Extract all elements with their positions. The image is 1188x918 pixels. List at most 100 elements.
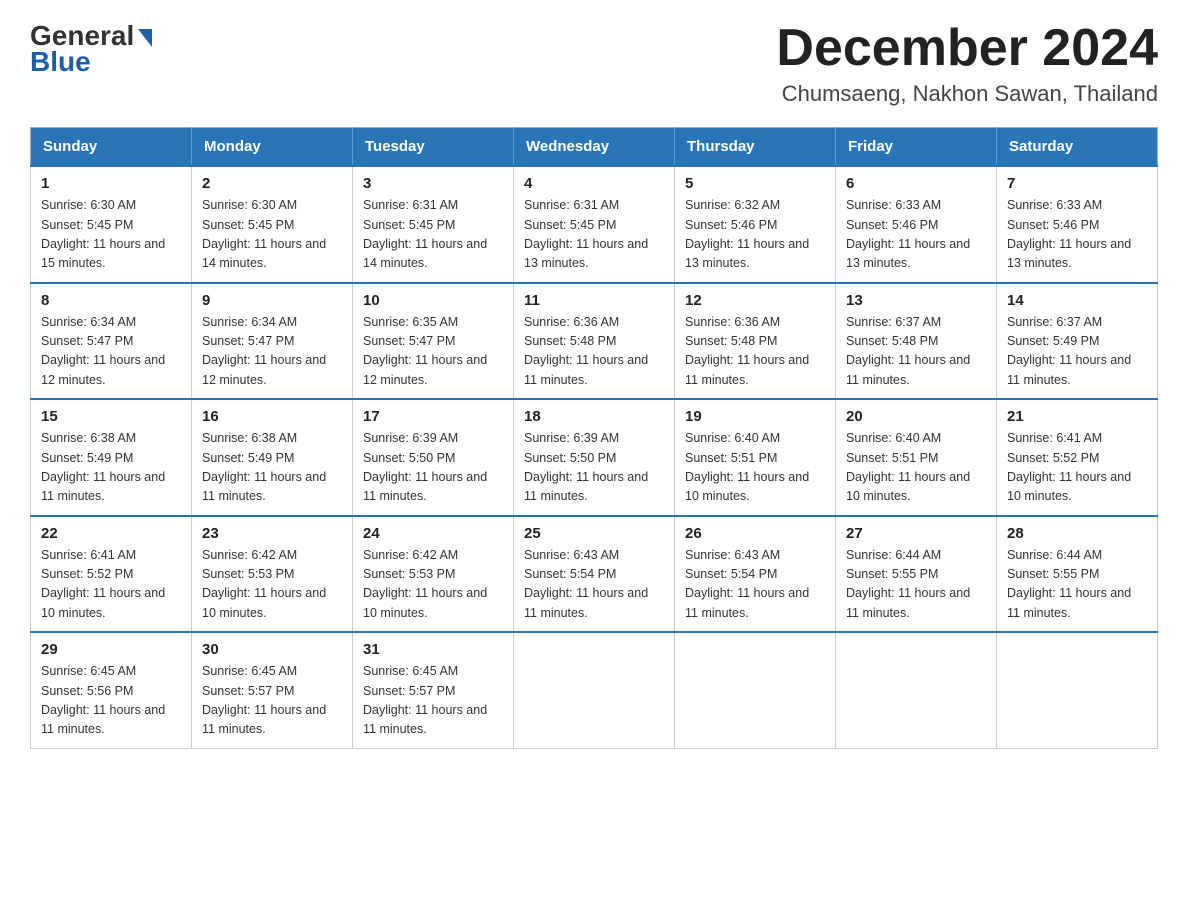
day-info: Sunrise: 6:34 AMSunset: 5:47 PMDaylight:… [41, 313, 181, 391]
calendar-header-row: SundayMondayTuesdayWednesdayThursdayFrid… [31, 128, 1158, 167]
day-number: 19 [685, 408, 825, 425]
calendar-cell: 10 Sunrise: 6:35 AMSunset: 5:47 PMDayligh… [353, 283, 514, 400]
day-info: Sunrise: 6:42 AMSunset: 5:53 PMDaylight:… [202, 546, 342, 624]
day-info: Sunrise: 6:42 AMSunset: 5:53 PMDaylight:… [363, 546, 503, 624]
column-header-thursday: Thursday [675, 128, 836, 167]
column-header-friday: Friday [836, 128, 997, 167]
calendar-cell: 6 Sunrise: 6:33 AMSunset: 5:46 PMDaylight… [836, 166, 997, 283]
calendar-cell: 9 Sunrise: 6:34 AMSunset: 5:47 PMDaylight… [192, 283, 353, 400]
calendar-cell: 13 Sunrise: 6:37 AMSunset: 5:48 PMDayligh… [836, 283, 997, 400]
day-number: 4 [524, 175, 664, 192]
calendar-cell: 25 Sunrise: 6:43 AMSunset: 5:54 PMDayligh… [514, 516, 675, 633]
day-number: 25 [524, 525, 664, 542]
day-number: 7 [1007, 175, 1147, 192]
day-number: 21 [1007, 408, 1147, 425]
day-number: 17 [363, 408, 503, 425]
calendar-cell: 8 Sunrise: 6:34 AMSunset: 5:47 PMDaylight… [31, 283, 192, 400]
day-info: Sunrise: 6:37 AMSunset: 5:49 PMDaylight:… [1007, 313, 1147, 391]
calendar-cell: 4 Sunrise: 6:31 AMSunset: 5:45 PMDaylight… [514, 166, 675, 283]
day-number: 27 [846, 525, 986, 542]
day-number: 6 [846, 175, 986, 192]
day-info: Sunrise: 6:34 AMSunset: 5:47 PMDaylight:… [202, 313, 342, 391]
calendar-cell: 18 Sunrise: 6:39 AMSunset: 5:50 PMDayligh… [514, 399, 675, 516]
day-info: Sunrise: 6:40 AMSunset: 5:51 PMDaylight:… [685, 429, 825, 507]
page-header: General Blue December 2024 Chumsaeng, Na… [30, 20, 1158, 107]
calendar-table: SundayMondayTuesdayWednesdayThursdayFrid… [30, 127, 1158, 749]
day-number: 15 [41, 408, 181, 425]
day-info: Sunrise: 6:31 AMSunset: 5:45 PMDaylight:… [363, 196, 503, 274]
calendar-cell [836, 632, 997, 748]
day-info: Sunrise: 6:31 AMSunset: 5:45 PMDaylight:… [524, 196, 664, 274]
day-number: 9 [202, 292, 342, 309]
day-number: 24 [363, 525, 503, 542]
calendar-cell: 29 Sunrise: 6:45 AMSunset: 5:56 PMDayligh… [31, 632, 192, 748]
calendar-cell: 17 Sunrise: 6:39 AMSunset: 5:50 PMDayligh… [353, 399, 514, 516]
logo-arrow-icon [138, 29, 152, 47]
calendar-cell: 14Sunrise: 6:37 AMSunset: 5:49 PMDayligh… [997, 283, 1158, 400]
day-number: 20 [846, 408, 986, 425]
day-number: 22 [41, 525, 181, 542]
day-info: Sunrise: 6:39 AMSunset: 5:50 PMDaylight:… [524, 429, 664, 507]
calendar-cell: 30Sunrise: 6:45 AMSunset: 5:57 PMDayligh… [192, 632, 353, 748]
column-header-saturday: Saturday [997, 128, 1158, 167]
day-info: Sunrise: 6:35 AMSunset: 5:47 PMDaylight:… [363, 313, 503, 391]
day-info: Sunrise: 6:30 AMSunset: 5:45 PMDaylight:… [41, 196, 181, 274]
day-info: Sunrise: 6:33 AMSunset: 5:46 PMDaylight:… [846, 196, 986, 274]
day-info: Sunrise: 6:41 AMSunset: 5:52 PMDaylight:… [1007, 429, 1147, 507]
day-info: Sunrise: 6:41 AMSunset: 5:52 PMDaylight:… [41, 546, 181, 624]
day-number: 3 [363, 175, 503, 192]
day-number: 8 [41, 292, 181, 309]
calendar-cell [675, 632, 836, 748]
day-info: Sunrise: 6:45 AMSunset: 5:56 PMDaylight:… [41, 662, 181, 740]
day-number: 1 [41, 175, 181, 192]
calendar-cell: 3 Sunrise: 6:31 AMSunset: 5:45 PMDaylight… [353, 166, 514, 283]
day-info: Sunrise: 6:39 AMSunset: 5:50 PMDaylight:… [363, 429, 503, 507]
calendar-cell: 15 Sunrise: 6:38 AMSunset: 5:49 PMDayligh… [31, 399, 192, 516]
day-number: 26 [685, 525, 825, 542]
calendar-cell: 22 Sunrise: 6:41 AMSunset: 5:52 PMDayligh… [31, 516, 192, 633]
calendar-week-row: 29 Sunrise: 6:45 AMSunset: 5:56 PMDayligh… [31, 632, 1158, 748]
calendar-cell: 12 Sunrise: 6:36 AMSunset: 5:48 PMDayligh… [675, 283, 836, 400]
day-number: 5 [685, 175, 825, 192]
location-subtitle: Chumsaeng, Nakhon Sawan, Thailand [776, 81, 1158, 107]
logo-blue-text: Blue [30, 46, 91, 78]
day-number: 30 [202, 641, 342, 658]
day-number: 29 [41, 641, 181, 658]
day-info: Sunrise: 6:38 AMSunset: 5:49 PMDaylight:… [202, 429, 342, 507]
calendar-cell: 2Sunrise: 6:30 AMSunset: 5:45 PMDaylight… [192, 166, 353, 283]
day-number: 11 [524, 292, 664, 309]
day-info: Sunrise: 6:33 AMSunset: 5:46 PMDaylight:… [1007, 196, 1147, 274]
calendar-cell: 31Sunrise: 6:45 AMSunset: 5:57 PMDayligh… [353, 632, 514, 748]
calendar-cell [997, 632, 1158, 748]
day-info: Sunrise: 6:45 AMSunset: 5:57 PMDaylight:… [363, 662, 503, 740]
day-info: Sunrise: 6:43 AMSunset: 5:54 PMDaylight:… [524, 546, 664, 624]
column-header-sunday: Sunday [31, 128, 192, 167]
day-info: Sunrise: 6:32 AMSunset: 5:46 PMDaylight:… [685, 196, 825, 274]
calendar-cell: 26Sunrise: 6:43 AMSunset: 5:54 PMDayligh… [675, 516, 836, 633]
calendar-cell: 16Sunrise: 6:38 AMSunset: 5:49 PMDayligh… [192, 399, 353, 516]
calendar-cell: 20 Sunrise: 6:40 AMSunset: 5:51 PMDayligh… [836, 399, 997, 516]
calendar-cell: 28Sunrise: 6:44 AMSunset: 5:55 PMDayligh… [997, 516, 1158, 633]
title-section: December 2024 Chumsaeng, Nakhon Sawan, T… [776, 20, 1158, 107]
month-title: December 2024 [776, 20, 1158, 77]
day-number: 18 [524, 408, 664, 425]
day-number: 13 [846, 292, 986, 309]
day-info: Sunrise: 6:37 AMSunset: 5:48 PMDaylight:… [846, 313, 986, 391]
day-number: 23 [202, 525, 342, 542]
calendar-cell: 5 Sunrise: 6:32 AMSunset: 5:46 PMDaylight… [675, 166, 836, 283]
day-info: Sunrise: 6:44 AMSunset: 5:55 PMDaylight:… [1007, 546, 1147, 624]
day-info: Sunrise: 6:36 AMSunset: 5:48 PMDaylight:… [524, 313, 664, 391]
day-number: 10 [363, 292, 503, 309]
day-info: Sunrise: 6:40 AMSunset: 5:51 PMDaylight:… [846, 429, 986, 507]
calendar-cell: 7 Sunrise: 6:33 AMSunset: 5:46 PMDaylight… [997, 166, 1158, 283]
calendar-cell: 1 Sunrise: 6:30 AMSunset: 5:45 PMDaylight… [31, 166, 192, 283]
day-info: Sunrise: 6:36 AMSunset: 5:48 PMDaylight:… [685, 313, 825, 391]
day-number: 12 [685, 292, 825, 309]
calendar-cell: 23 Sunrise: 6:42 AMSunset: 5:53 PMDayligh… [192, 516, 353, 633]
calendar-week-row: 8 Sunrise: 6:34 AMSunset: 5:47 PMDaylight… [31, 283, 1158, 400]
calendar-cell: 19 Sunrise: 6:40 AMSunset: 5:51 PMDayligh… [675, 399, 836, 516]
column-header-tuesday: Tuesday [353, 128, 514, 167]
day-info: Sunrise: 6:38 AMSunset: 5:49 PMDaylight:… [41, 429, 181, 507]
calendar-week-row: 1 Sunrise: 6:30 AMSunset: 5:45 PMDaylight… [31, 166, 1158, 283]
calendar-week-row: 22 Sunrise: 6:41 AMSunset: 5:52 PMDayligh… [31, 516, 1158, 633]
